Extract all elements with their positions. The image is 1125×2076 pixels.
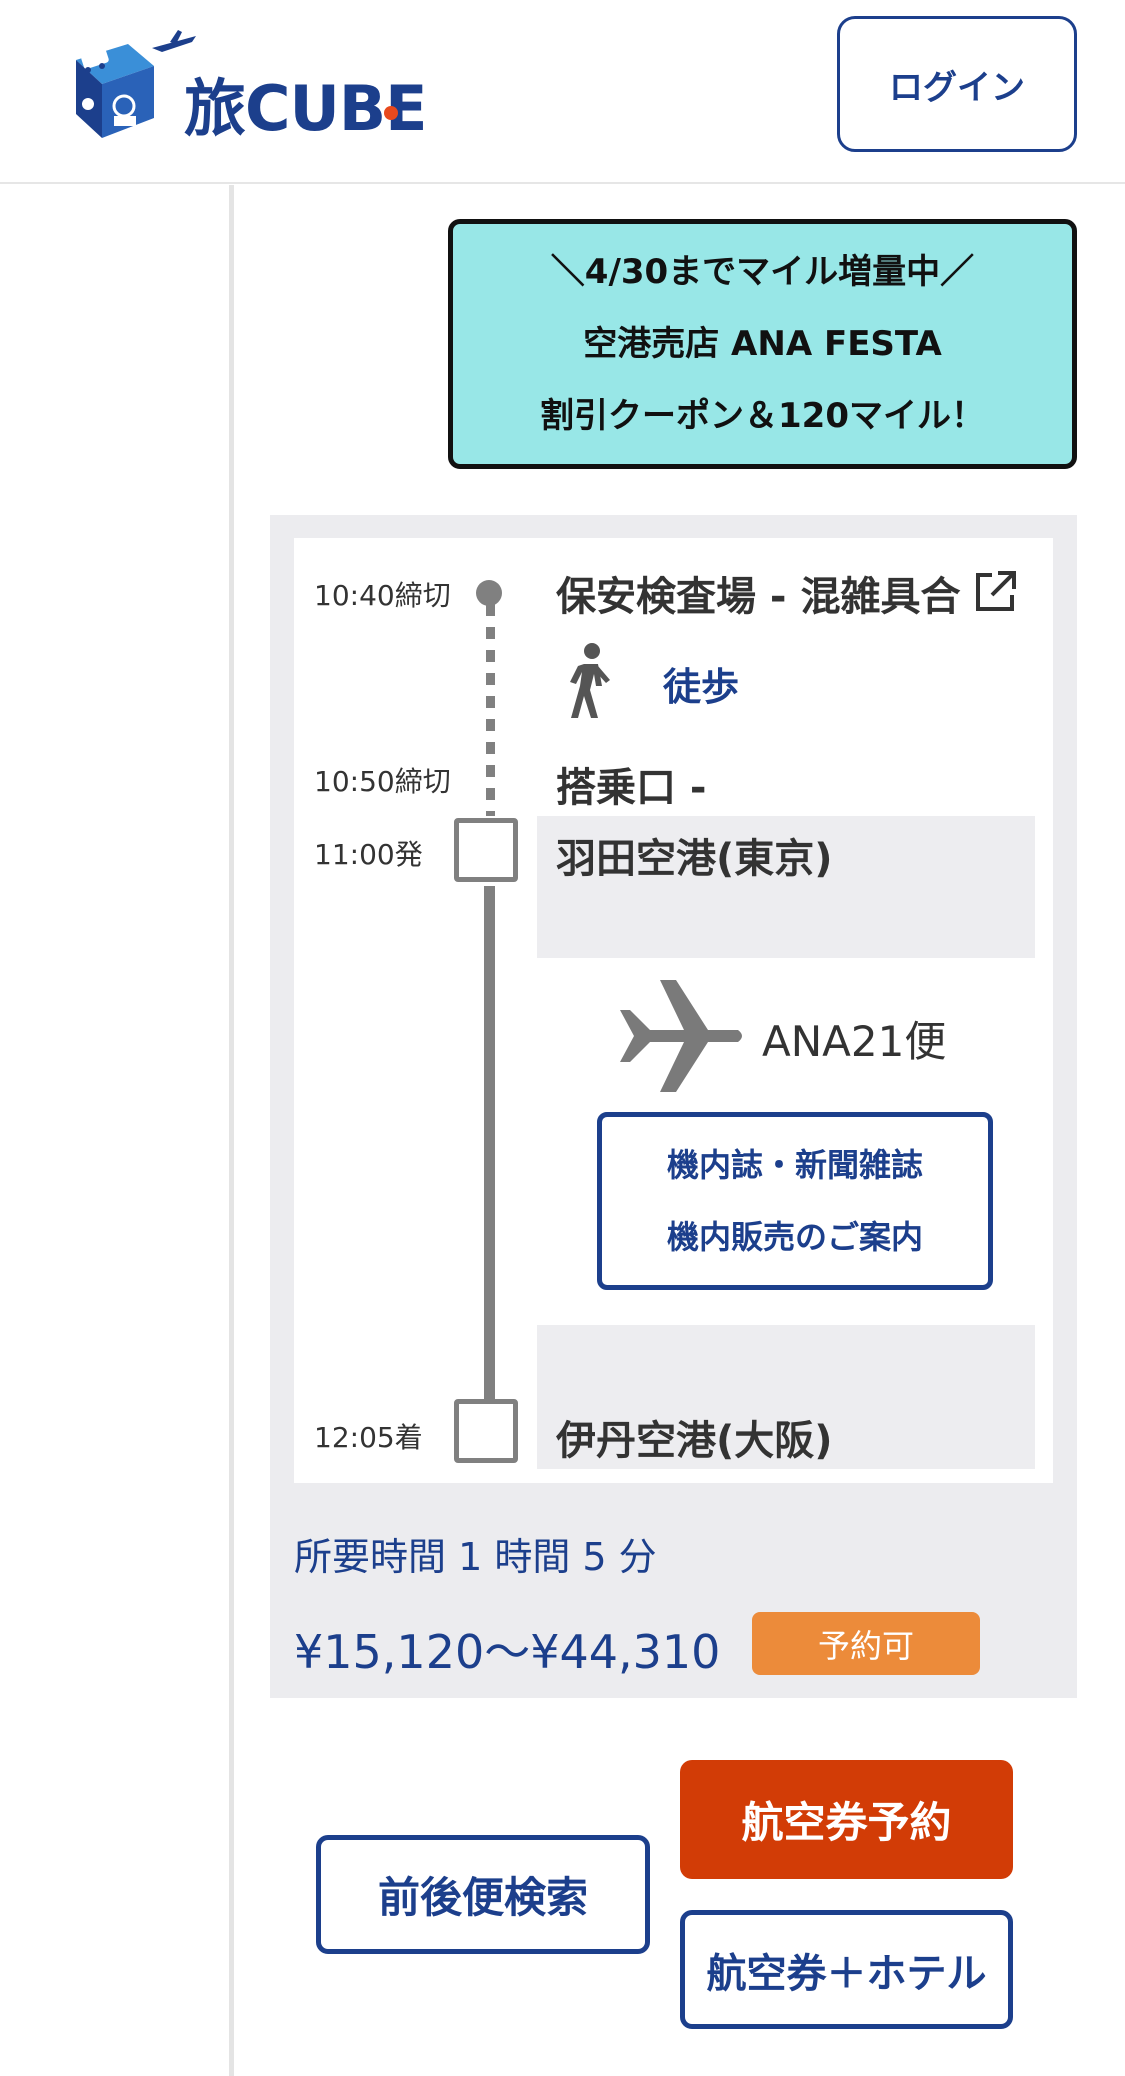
promo-line-1: ＼4/30までマイル増量中／ <box>550 252 975 292</box>
status-badge: 予約可 <box>752 1612 980 1675</box>
airplane-icon <box>620 980 746 1092</box>
flight-number: ANA21便 <box>762 1017 947 1066</box>
left-divider <box>229 185 234 2076</box>
inflight-info-button[interactable]: 機内誌・新聞雑誌 機内販売のご案内 <box>597 1112 993 1290</box>
timeline-start-dot <box>476 580 502 606</box>
promo-line-2: 空港売店 ANA FESTA <box>583 324 942 364</box>
logo-accent-dot <box>384 106 398 120</box>
logo-text[interactable]: 旅CUBE <box>184 58 427 148</box>
promo-banner[interactable]: ＼4/30までマイル増量中／ 空港売店 ANA FESTA 割引クーポン＆120… <box>448 219 1077 469</box>
gate-label: 搭乗口 - <box>556 765 707 811</box>
timeline-walk-line <box>486 604 495 816</box>
departure-node <box>454 818 518 882</box>
external-link-icon[interactable] <box>972 569 1018 615</box>
departure-airport: 羽田空港(東京) <box>556 836 833 882</box>
price-range: ¥15,120〜¥44,310 <box>294 1625 721 1679</box>
promo-line-3: 割引クーポン＆120マイル！ <box>540 396 985 436</box>
nearby-flights-button[interactable]: 前後便検索 <box>316 1835 650 1954</box>
inflight-info-line-2: 機内販売のご案内 <box>666 1218 923 1256</box>
walk-label: 徒歩 <box>663 665 740 709</box>
gate-deadline-time: 10:50締切 <box>314 765 451 798</box>
flight-hotel-button[interactable]: 航空券＋ホテル <box>680 1910 1013 2029</box>
walking-person-icon <box>564 642 614 720</box>
arrival-time: 12:05着 <box>314 1421 423 1454</box>
travel-duration: 所要時間 1 時間 5 分 <box>294 1535 657 1579</box>
book-flight-button[interactable]: 航空券予約 <box>680 1760 1013 1879</box>
login-button[interactable]: ログイン <box>837 16 1077 152</box>
timeline-flight-line <box>484 886 495 1400</box>
arrival-airport: 伊丹空港(大阪) <box>556 1418 833 1464</box>
security-place-label: 保安検査場 - 混雑具合 <box>556 574 961 620</box>
inflight-info-line-1: 機内誌・新聞雑誌 <box>666 1146 923 1184</box>
logo-cube-icon[interactable] <box>66 26 198 144</box>
departure-time: 11:00発 <box>314 838 423 871</box>
arrival-node <box>454 1399 518 1463</box>
security-deadline-time: 10:40締切 <box>314 579 451 612</box>
site-header: 旅CUBE ログイン <box>0 0 1125 184</box>
security-checkpoint-link[interactable]: 保安検査場 - 混雑具合 <box>556 564 960 622</box>
